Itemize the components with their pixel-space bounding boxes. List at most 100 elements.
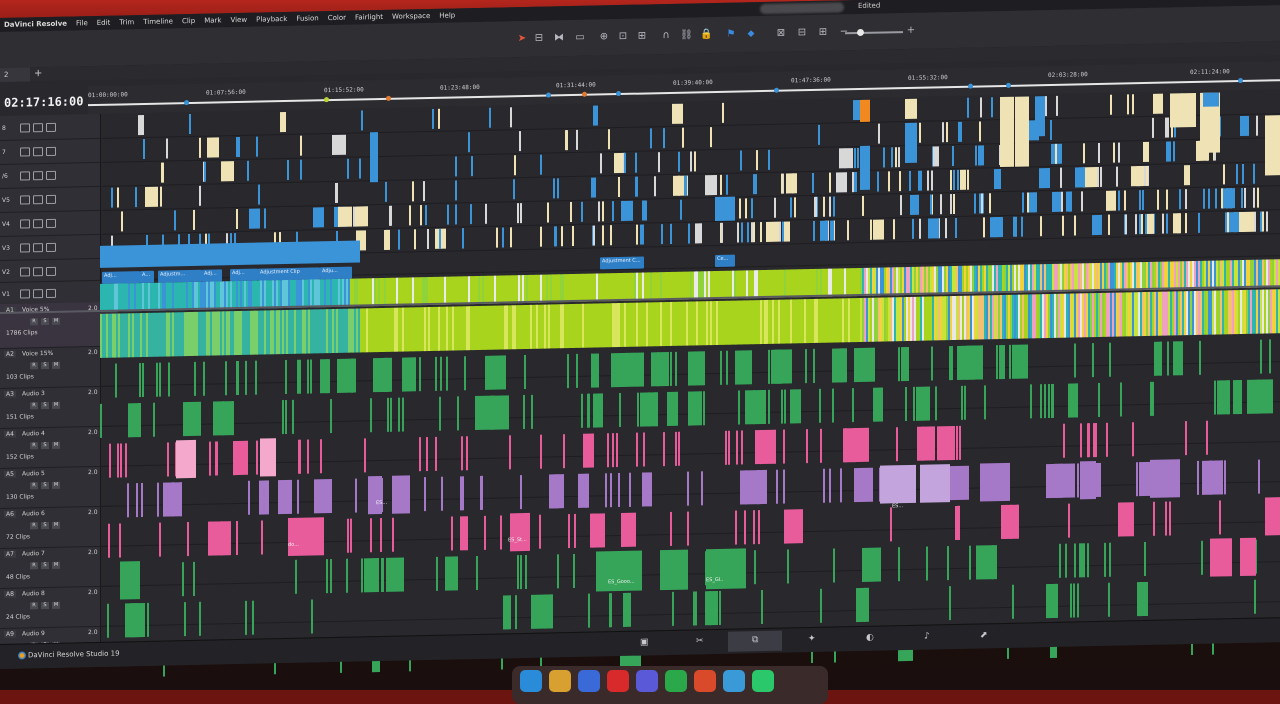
timeline-clip[interactable]	[454, 180, 457, 201]
audio-clip[interactable]	[744, 389, 767, 425]
audio-clip[interactable]	[1104, 542, 1107, 577]
timeline-clip[interactable]	[539, 226, 542, 247]
audio-clip[interactable]	[369, 518, 372, 553]
timeline-clip[interactable]	[1055, 95, 1058, 116]
audio-clip[interactable]	[1218, 460, 1221, 495]
track-visibility-icon[interactable]	[46, 218, 56, 229]
timeline-clip[interactable]	[678, 175, 681, 196]
menu-item-fairlight[interactable]: Fairlight	[355, 13, 383, 22]
audio-clip[interactable]	[224, 361, 227, 396]
timeline-clip[interactable]	[204, 161, 207, 182]
audio-clip[interactable]	[1166, 341, 1169, 376]
timeline-clip[interactable]	[876, 171, 879, 192]
audio-clip[interactable]	[386, 397, 389, 432]
dock-app-icon[interactable]	[636, 670, 658, 692]
timeline-clip[interactable]	[933, 146, 939, 167]
audio-clip[interactable]	[694, 591, 697, 626]
timeline-clip[interactable]	[897, 147, 900, 168]
timeline-clip[interactable]	[721, 222, 724, 243]
audio-clip[interactable]	[1164, 501, 1167, 536]
audio-clip[interactable]	[307, 359, 310, 394]
audio-clip[interactable]	[670, 511, 673, 546]
timeline-clip[interactable]	[116, 187, 119, 208]
audio-clip[interactable]	[897, 347, 900, 382]
audio-clip[interactable]	[325, 359, 328, 394]
timeline-clip[interactable]	[1081, 191, 1084, 212]
record-arm-button[interactable]: R	[30, 362, 38, 370]
menu-item-workspace[interactable]: Workspace	[392, 12, 430, 21]
audio-clip[interactable]	[124, 602, 146, 638]
audio-clip-block[interactable]	[980, 462, 1010, 502]
audio-clip[interactable]	[284, 359, 287, 395]
audio-clip[interactable]	[964, 385, 967, 420]
audio-clip[interactable]	[949, 586, 952, 621]
timeline-clip[interactable]	[755, 150, 758, 171]
timeline-clip[interactable]	[930, 170, 933, 191]
audio-clip[interactable]	[976, 545, 997, 580]
lock-track-icon[interactable]	[20, 147, 30, 157]
audio-clip[interactable]	[916, 426, 936, 461]
audio-clip[interactable]	[255, 360, 258, 395]
timeline-clip[interactable]	[166, 138, 169, 159]
audio-clip[interactable]	[843, 428, 856, 463]
audio-clip[interactable]	[310, 359, 313, 394]
linked-selection-icon[interactable]: ⛓	[680, 29, 693, 42]
timeline-clip[interactable]	[958, 121, 961, 142]
enable-track-icon[interactable]	[33, 219, 43, 229]
solo-button[interactable]: S	[41, 601, 49, 610]
audio-clip[interactable]	[734, 510, 737, 545]
timeline-clip[interactable]	[1083, 143, 1086, 164]
audio-clip[interactable]	[737, 390, 740, 425]
audio-clip[interactable]	[720, 350, 723, 385]
timeline-clip[interactable]	[554, 226, 557, 247]
timeline-clip[interactable]	[337, 206, 340, 227]
record-arm-button[interactable]: R	[30, 602, 38, 610]
audio-clip[interactable]	[1067, 503, 1070, 538]
enable-track-icon[interactable]	[33, 171, 43, 181]
audio-clip[interactable]	[913, 386, 916, 421]
record-arm-button[interactable]: R	[30, 522, 38, 530]
timeline-clip[interactable]	[983, 217, 986, 238]
audio-clip[interactable]	[636, 432, 639, 467]
audio-clip[interactable]	[434, 436, 437, 471]
audio-clip[interactable]	[718, 590, 721, 625]
timeline-clip[interactable]	[918, 122, 921, 143]
timeline-clip[interactable]	[1146, 165, 1149, 186]
timeline-clip[interactable]	[988, 193, 991, 214]
timeline-clip[interactable]	[413, 229, 416, 250]
menu-item-davinci-resolve[interactable]: DaVinci Resolve	[4, 20, 67, 29]
timeline-clip[interactable]	[794, 197, 797, 218]
audio-clip[interactable]	[589, 513, 597, 548]
zoom-out-icon[interactable]: −	[838, 26, 850, 38]
audio-clip[interactable]	[139, 363, 142, 398]
timeline-clip[interactable]	[978, 121, 981, 142]
blade-icon[interactable]: ▭	[574, 32, 586, 44]
video-clip-block[interactable]	[1170, 92, 1196, 128]
timeline-clip[interactable]	[471, 156, 474, 177]
audio-clip[interactable]	[678, 431, 681, 466]
audio-clip[interactable]	[1012, 344, 1028, 379]
dock-app-icon[interactable]	[752, 670, 774, 692]
video-clip-block[interactable]	[1035, 96, 1045, 137]
timeline-clip[interactable]	[385, 181, 388, 202]
audio-clip[interactable]	[434, 356, 437, 391]
timeline-marker[interactable]	[968, 83, 973, 89]
timeline-clip[interactable]	[513, 179, 516, 200]
audio-clip[interactable]	[1040, 384, 1043, 419]
audio-clip-block[interactable]	[288, 517, 324, 556]
audio-clip[interactable]	[957, 345, 977, 380]
audio-clip[interactable]	[419, 437, 422, 472]
video-clip-block[interactable]	[1015, 96, 1029, 167]
timeline-clip[interactable]	[1091, 214, 1102, 236]
audio-clip[interactable]	[669, 351, 672, 386]
audio-clip[interactable]	[297, 359, 300, 394]
timeline-clip[interactable]	[979, 97, 982, 118]
menu-item-view[interactable]: View	[230, 16, 247, 24]
timeline-clip[interactable]	[206, 137, 219, 158]
mute-button[interactable]: M	[52, 561, 60, 569]
timeline-clip[interactable]	[438, 228, 441, 249]
audio-clip[interactable]	[461, 476, 464, 511]
audio-clip[interactable]	[642, 432, 645, 467]
audio-clip[interactable]	[820, 588, 823, 623]
audio-clip[interactable]	[757, 510, 760, 545]
